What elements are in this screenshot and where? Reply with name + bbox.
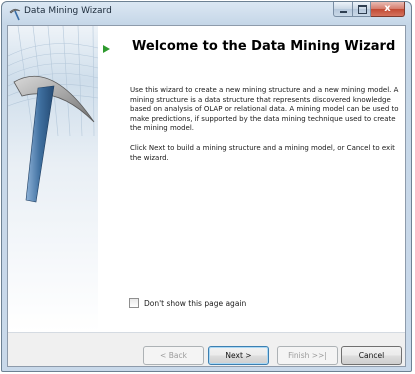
wizard-banner-image	[8, 26, 98, 332]
intro-paragraph: Use this wizard to create a new mining s…	[130, 86, 399, 132]
minimize-button[interactable]	[333, 2, 353, 17]
caption-buttons: x	[333, 2, 405, 17]
dont-show-again-checkbox[interactable]	[129, 298, 139, 308]
green-arrow-icon	[103, 38, 110, 57]
next-button[interactable]: Next >	[208, 346, 269, 365]
instruction-paragraph: Click Next to build a mining structure a…	[130, 144, 395, 162]
button-area-separator	[8, 332, 405, 333]
window-title: Data Mining Wizard	[24, 6, 112, 16]
cancel-button[interactable]: Cancel	[341, 346, 402, 365]
dont-show-again-label[interactable]: Don't show this page again	[144, 299, 246, 308]
maximize-icon	[358, 5, 367, 14]
dont-show-again-row[interactable]: Don't show this page again	[129, 298, 246, 308]
maximize-button[interactable]	[353, 2, 371, 17]
page-title: Welcome to the Data Mining Wizard	[132, 39, 396, 54]
finish-button[interactable]: Finish >>|	[277, 346, 338, 365]
pickaxe-icon	[8, 6, 22, 21]
wizard-window: Data Mining Wizard x Welcome to the Data…	[1, 1, 412, 372]
wizard-page: Welcome to the Data Mining Wizard Use th…	[8, 26, 405, 332]
close-icon: x	[384, 3, 391, 14]
wizard-client-area: Welcome to the Data Mining Wizard Use th…	[7, 25, 406, 367]
back-button[interactable]: < Back	[143, 346, 204, 365]
minimize-icon	[340, 11, 347, 13]
title-bar[interactable]: Data Mining Wizard x	[2, 2, 411, 24]
close-button[interactable]: x	[371, 2, 405, 17]
